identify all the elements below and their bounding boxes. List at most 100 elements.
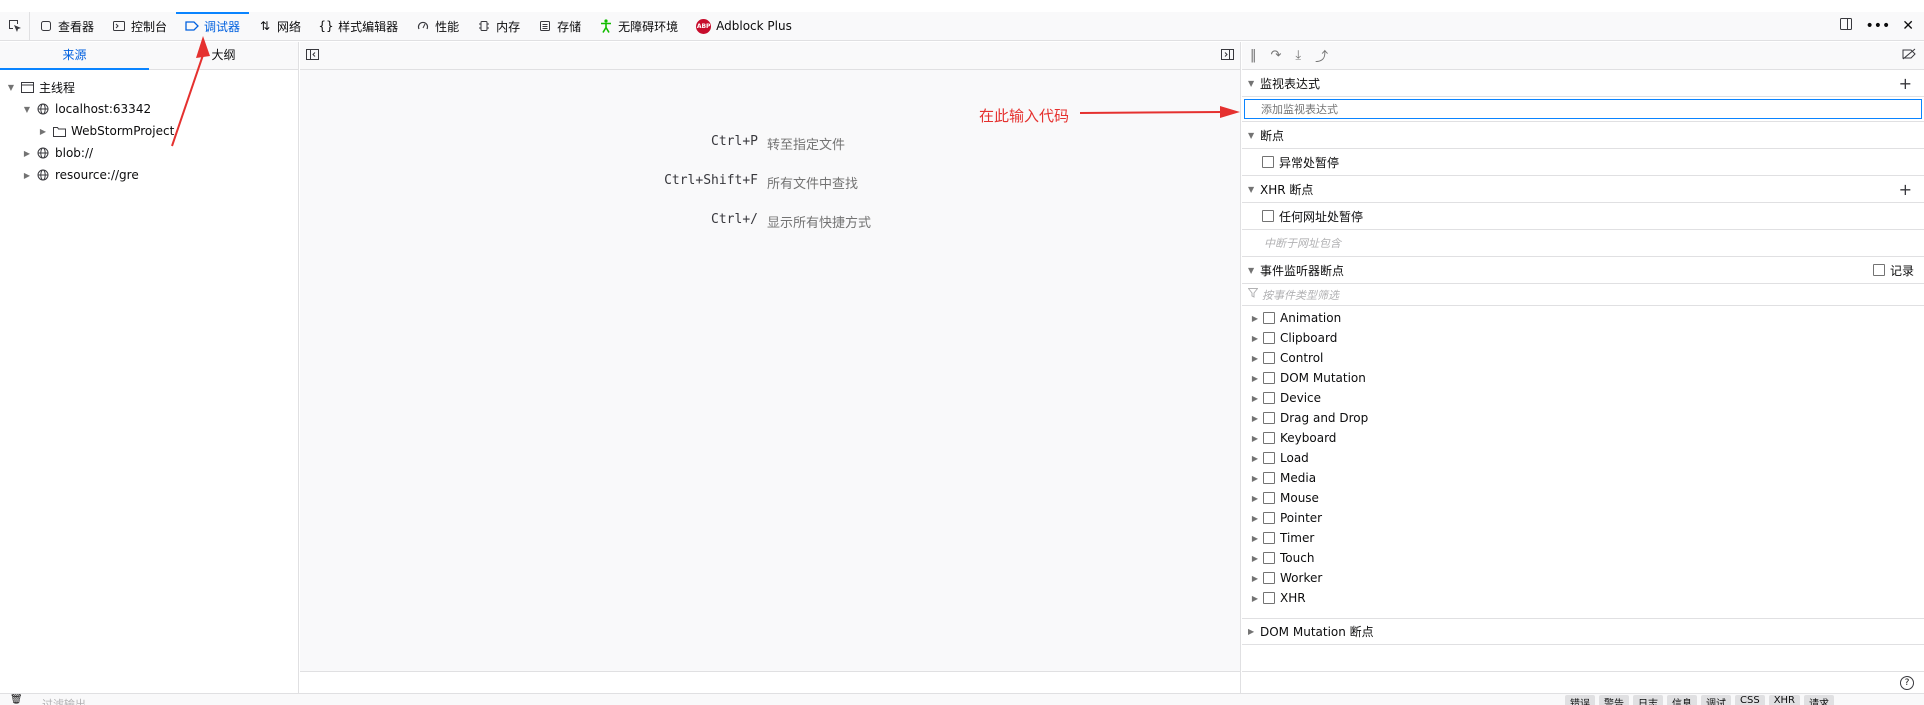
- tab-sources[interactable]: 来源: [0, 42, 149, 70]
- element-picker-icon[interactable]: [0, 11, 30, 41]
- collapsed-arrow-icon[interactable]: ▶: [1250, 413, 1260, 423]
- log-events-toggle[interactable]: 记录: [1872, 262, 1914, 279]
- tab-adblock-plus[interactable]: ABP Adblock Plus: [687, 12, 801, 41]
- add-watch-button[interactable]: +: [1899, 74, 1912, 93]
- tab-accessibility[interactable]: 无障碍环境: [590, 12, 687, 41]
- event-category-checkbox[interactable]: [1263, 372, 1275, 384]
- event-category-checkbox[interactable]: [1263, 392, 1275, 404]
- event-category-item[interactable]: ▶ Mouse: [1242, 488, 1924, 508]
- event-category-checkbox[interactable]: [1263, 492, 1275, 504]
- event-filter-input[interactable]: 按事件类型筛选: [1242, 284, 1924, 306]
- event-category-checkbox[interactable]: [1263, 512, 1275, 524]
- console-filter-button[interactable]: XHR: [1768, 695, 1801, 705]
- collapsed-arrow-icon[interactable]: ▶: [1250, 333, 1260, 343]
- toggle-debug-sidebar-icon[interactable]: [1221, 48, 1234, 63]
- event-category-item[interactable]: ▶ DOM Mutation: [1242, 368, 1924, 388]
- tab-memory[interactable]: 内存: [468, 12, 529, 41]
- event-category-checkbox[interactable]: [1263, 592, 1275, 604]
- watch-expressions-header[interactable]: ▼ 监视表达式 +: [1242, 70, 1924, 97]
- help-icon[interactable]: ?: [1900, 675, 1914, 690]
- event-category-item[interactable]: ▶ Animation: [1242, 308, 1924, 328]
- event-category-checkbox[interactable]: [1263, 452, 1275, 464]
- tab-storage[interactable]: 存储: [529, 12, 590, 41]
- more-options-icon[interactable]: •••: [1865, 18, 1890, 34]
- console-filter-button[interactable]: 警告: [1599, 695, 1629, 705]
- collapsed-arrow-icon[interactable]: ▶: [1250, 553, 1260, 563]
- event-category-item[interactable]: ▶ Clipboard: [1242, 328, 1924, 348]
- tree-item-main-thread[interactable]: ▼ 主线程: [0, 76, 298, 98]
- event-category-checkbox[interactable]: [1263, 312, 1275, 324]
- step-in-icon[interactable]: ⤓: [1295, 48, 1301, 63]
- deactivate-breakpoints-icon[interactable]: [1902, 48, 1916, 64]
- step-over-icon[interactable]: ↷: [1271, 48, 1282, 63]
- dock-toggle-icon[interactable]: [1839, 17, 1853, 35]
- console-filter-button[interactable]: 调试: [1701, 695, 1731, 705]
- console-filter-input[interactable]: 过滤输出: [42, 696, 86, 705]
- trash-icon[interactable]: 🗑: [10, 694, 23, 705]
- event-category-checkbox[interactable]: [1263, 572, 1275, 584]
- event-category-item[interactable]: ▶ Pointer: [1242, 508, 1924, 528]
- event-category-item[interactable]: ▶ Load: [1242, 448, 1924, 468]
- event-category-checkbox[interactable]: [1263, 352, 1275, 364]
- event-category-item[interactable]: ▶ Worker: [1242, 568, 1924, 588]
- event-category-item[interactable]: ▶ Control: [1242, 348, 1924, 368]
- collapsed-arrow-icon[interactable]: ▶: [1250, 513, 1260, 523]
- tab-performance[interactable]: 性能: [407, 12, 468, 41]
- pause-icon[interactable]: ‖: [1250, 48, 1257, 63]
- console-filter-button[interactable]: 请求: [1804, 695, 1835, 705]
- collapsed-arrow-icon[interactable]: ▶: [1250, 533, 1260, 543]
- toggle-sources-sidebar-icon[interactable]: [306, 48, 319, 63]
- dom-mutation-header[interactable]: ▶ DOM Mutation 断点: [1242, 618, 1924, 645]
- watch-expression-input[interactable]: [1244, 99, 1922, 119]
- event-category-checkbox[interactable]: [1263, 332, 1275, 344]
- xhr-url-input[interactable]: 中断于网址包含: [1242, 230, 1924, 257]
- event-category-checkbox[interactable]: [1263, 432, 1275, 444]
- event-category-checkbox[interactable]: [1263, 532, 1275, 544]
- collapsed-arrow-icon[interactable]: ▶: [1250, 473, 1260, 483]
- log-events-checkbox[interactable]: [1872, 264, 1885, 276]
- pause-on-any-url-checkbox[interactable]: [1262, 210, 1274, 222]
- console-filter-button[interactable]: 错误: [1565, 695, 1595, 705]
- event-category-item[interactable]: ▶ Timer: [1242, 528, 1924, 548]
- collapsed-arrow-icon[interactable]: ▶: [1250, 593, 1260, 603]
- event-category-checkbox[interactable]: [1263, 472, 1275, 484]
- tab-outline[interactable]: 大纲: [149, 42, 298, 69]
- event-category-item[interactable]: ▶ Device: [1242, 388, 1924, 408]
- console-filter-button[interactable]: 信息: [1667, 695, 1697, 705]
- tab-debugger[interactable]: 调试器: [176, 11, 250, 41]
- collapsed-arrow-icon[interactable]: ▶: [1250, 393, 1260, 403]
- pause-on-exceptions-checkbox[interactable]: [1262, 156, 1274, 168]
- event-category-item[interactable]: ▶ Keyboard: [1242, 428, 1924, 448]
- pause-on-exceptions-row[interactable]: 异常处暂停: [1242, 149, 1924, 176]
- event-category-item[interactable]: ▶ Drag and Drop: [1242, 408, 1924, 428]
- close-icon[interactable]: ✕: [1902, 18, 1914, 34]
- tree-item-resource[interactable]: ▶ resource://gre: [0, 164, 298, 186]
- tab-inspector[interactable]: 查看器: [30, 12, 103, 41]
- step-out-icon[interactable]: ⤴: [1315, 46, 1328, 65]
- event-category-item[interactable]: ▶ Touch: [1242, 548, 1924, 568]
- add-xhr-breakpoint-button[interactable]: +: [1899, 180, 1912, 199]
- collapsed-arrow-icon[interactable]: ▶: [1250, 313, 1260, 323]
- console-filter-button[interactable]: 日志: [1633, 695, 1663, 705]
- collapsed-arrow-icon[interactable]: ▶: [1250, 373, 1260, 383]
- collapsed-arrow-icon[interactable]: ▶: [1250, 573, 1260, 583]
- tab-network[interactable]: ⇅ 网络: [249, 12, 310, 41]
- tab-style-editor[interactable]: {} 样式编辑器: [310, 12, 407, 41]
- event-listeners-header[interactable]: ▼ 事件监听器断点 记录: [1242, 257, 1924, 284]
- collapsed-arrow-icon[interactable]: ▶: [1250, 433, 1260, 443]
- tree-item-folder[interactable]: ▶ WebStormProject: [0, 120, 298, 142]
- collapsed-arrow-icon[interactable]: ▶: [1250, 453, 1260, 463]
- breakpoints-header[interactable]: ▼ 断点: [1242, 122, 1924, 149]
- tree-item-host[interactable]: ▼ localhost:63342: [0, 98, 298, 120]
- event-category-checkbox[interactable]: [1263, 412, 1275, 424]
- collapsed-arrow-icon[interactable]: ▶: [1250, 493, 1260, 503]
- tree-item-blob[interactable]: ▶ blob://: [0, 142, 298, 164]
- pause-on-any-url-row[interactable]: 任何网址处暂停: [1242, 203, 1924, 230]
- tab-console[interactable]: 控制台: [103, 12, 176, 41]
- xhr-breakpoints-header[interactable]: ▼ XHR 断点 +: [1242, 176, 1924, 203]
- event-category-checkbox[interactable]: [1263, 552, 1275, 564]
- console-filter-button[interactable]: CSS: [1735, 695, 1765, 705]
- event-category-item[interactable]: ▶ XHR: [1242, 588, 1924, 608]
- event-category-item[interactable]: ▶ Media: [1242, 468, 1924, 488]
- collapsed-arrow-icon[interactable]: ▶: [1250, 353, 1260, 363]
